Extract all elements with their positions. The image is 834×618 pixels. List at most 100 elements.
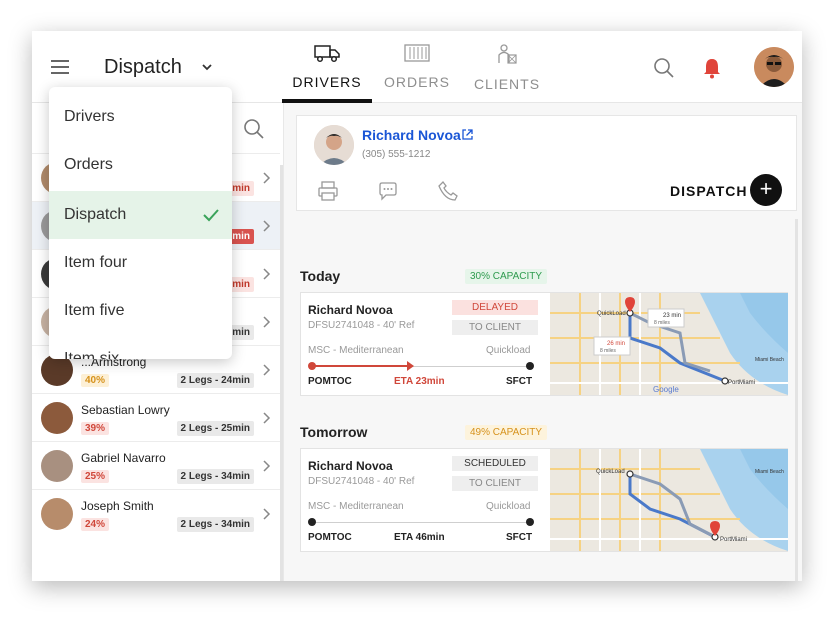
- map-label: 8 miles: [600, 348, 616, 354]
- tab-clients-label: CLIENTS: [473, 76, 541, 92]
- route-track: [312, 522, 530, 523]
- checkmark-icon: [203, 209, 219, 222]
- route-progress: [312, 365, 410, 367]
- bell-icon[interactable]: [702, 56, 722, 80]
- truck-icon: [314, 45, 340, 63]
- route-start-dot: [308, 362, 316, 370]
- scrollbar[interactable]: [795, 219, 798, 581]
- dispatch-card[interactable]: Richard Novoa DFSU2741048 - 40' Ref DELA…: [300, 292, 788, 396]
- dispatch-add-button[interactable]: +: [750, 174, 782, 206]
- card-destination: SFCT: [506, 532, 533, 543]
- legs-badge: 2 Legs - 34min: [176, 469, 254, 484]
- chat-icon[interactable]: [377, 180, 399, 202]
- map-label: QuickLoad: [597, 311, 626, 317]
- card-route: MSC - Mediterranean: [308, 501, 404, 512]
- dispatch-card[interactable]: Richard Novoa DFSU2741048 - 40' Ref SCHE…: [300, 448, 788, 552]
- search-icon[interactable]: [242, 117, 266, 141]
- route-map[interactable]: QuickLoad 23 min 8 miles 26 min 8 miles …: [550, 293, 788, 395]
- tab-drivers[interactable]: DRIVERS: [282, 43, 372, 90]
- route-end-dot: [526, 518, 534, 526]
- dispatch-label[interactable]: DISPATCH: [670, 183, 747, 199]
- map-label: 23 min: [663, 313, 681, 319]
- card-driver-name: Richard Novoa: [308, 303, 393, 317]
- app-switcher-menu: Drivers Orders Dispatch Item four Item f…: [49, 87, 232, 359]
- legs-badge: min: [228, 181, 254, 196]
- map-label: PortMiami: [720, 537, 747, 543]
- menu-item-dispatch[interactable]: Dispatch: [49, 191, 232, 239]
- map-label: PortMiami: [728, 380, 755, 386]
- tab-orders-label: ORDERS: [384, 74, 450, 90]
- google-logo: Google: [653, 385, 679, 394]
- legs-badge: min: [228, 325, 254, 340]
- driver-name-link[interactable]: Richard Novoa: [362, 127, 461, 143]
- phone-icon[interactable]: [437, 180, 459, 202]
- capacity-badge: 40%: [81, 374, 110, 387]
- section-title-tomorrow: Tomorrow: [300, 424, 368, 440]
- map-label: 8 miles: [654, 320, 670, 326]
- legs-badge: 2 Legs - 34min: [176, 517, 254, 532]
- section-title-today: Today: [300, 268, 341, 284]
- list-item[interactable]: Sebastian Lowry 39% 2 Legs - 25min: [32, 393, 280, 441]
- map-label: 26 min: [607, 341, 625, 347]
- external-link-icon[interactable]: [461, 128, 474, 141]
- route-progress-arrow: [407, 361, 414, 371]
- driver-profile-card: Richard Novoa (305) 555-1212 DISPATCH +: [296, 115, 797, 211]
- route-start-dot: [308, 518, 316, 526]
- page-title[interactable]: Dispatch: [104, 56, 182, 79]
- drivers-sidebar: min min min min ...Armstrong 40% 2 Legs …: [32, 87, 284, 581]
- card-eta: ETA 46min: [394, 532, 445, 543]
- avatar[interactable]: [754, 47, 794, 87]
- menu-item-six[interactable]: Item six: [49, 335, 232, 359]
- menu-item-five[interactable]: Item five: [49, 287, 232, 335]
- driver-name: Joseph Smith: [81, 499, 154, 513]
- printer-icon[interactable]: [317, 180, 339, 202]
- chevron-right-icon: [263, 364, 271, 376]
- search-icon[interactable]: [652, 56, 676, 80]
- menu-item-label: Dispatch: [64, 206, 127, 223]
- chevron-right-icon: [263, 172, 271, 184]
- avatar: [314, 125, 354, 165]
- card-driver-name: Richard Novoa: [308, 459, 393, 473]
- destination-badge: TO CLIENT: [452, 476, 538, 491]
- route-map[interactable]: QuickLoad PortMiami Miami Beach: [550, 449, 788, 551]
- map-label: Miami Beach: [755, 357, 784, 363]
- legs-badge: 2 Legs - 25min: [176, 421, 254, 436]
- card-quickload: Quickload: [486, 501, 531, 512]
- chevron-right-icon: [263, 460, 271, 472]
- chevron-right-icon: [263, 316, 271, 328]
- menu-item-orders[interactable]: Orders: [49, 141, 232, 189]
- card-origin: POMTOC: [308, 532, 352, 543]
- capacity-badge: 24%: [81, 518, 110, 531]
- scrollbar[interactable]: [280, 165, 283, 581]
- chevron-right-icon: [263, 508, 271, 520]
- card-container-ref: DFSU2741048 - 40' Ref: [308, 476, 415, 487]
- map-label: Miami Beach: [755, 469, 784, 475]
- chevron-down-icon[interactable]: [200, 60, 214, 74]
- chevron-right-icon: [263, 220, 271, 232]
- container-icon: [404, 44, 430, 62]
- map-label: QuickLoad: [596, 469, 625, 475]
- card-eta: ETA 23min: [394, 376, 445, 387]
- tab-orders[interactable]: ORDERS: [372, 43, 462, 90]
- tab-clients[interactable]: CLIENTS: [462, 43, 552, 92]
- list-item[interactable]: Gabriel Navarro 25% 2 Legs - 34min: [32, 441, 280, 489]
- capacity-badge: 30% CAPACITY: [465, 269, 548, 284]
- list-item[interactable]: Joseph Smith 24% 2 Legs - 34min: [32, 489, 280, 537]
- chevron-right-icon: [263, 268, 271, 280]
- menu-item-drivers[interactable]: Drivers: [49, 93, 232, 141]
- menu-icon[interactable]: [51, 60, 71, 74]
- card-container-ref: DFSU2741048 - 40' Ref: [308, 320, 415, 331]
- status-badge: SCHEDULED: [452, 456, 538, 471]
- capacity-badge: 49% CAPACITY: [465, 425, 548, 440]
- menu-item-four[interactable]: Item four: [49, 239, 232, 287]
- capacity-badge: 25%: [81, 470, 110, 483]
- card-route: MSC - Mediterranean: [308, 345, 404, 356]
- driver-name: Gabriel Navarro: [81, 451, 166, 465]
- driver-phone: (305) 555-1212: [362, 149, 431, 160]
- capacity-badge: 39%: [81, 422, 110, 435]
- status-badge: DELAYED: [452, 300, 538, 315]
- driver-name: Sebastian Lowry: [81, 403, 170, 417]
- app-window: Dispatch DRIVERS ORDERS CLIENTS min min …: [32, 31, 802, 581]
- clients-icon: [498, 44, 517, 64]
- route-end-dot: [526, 362, 534, 370]
